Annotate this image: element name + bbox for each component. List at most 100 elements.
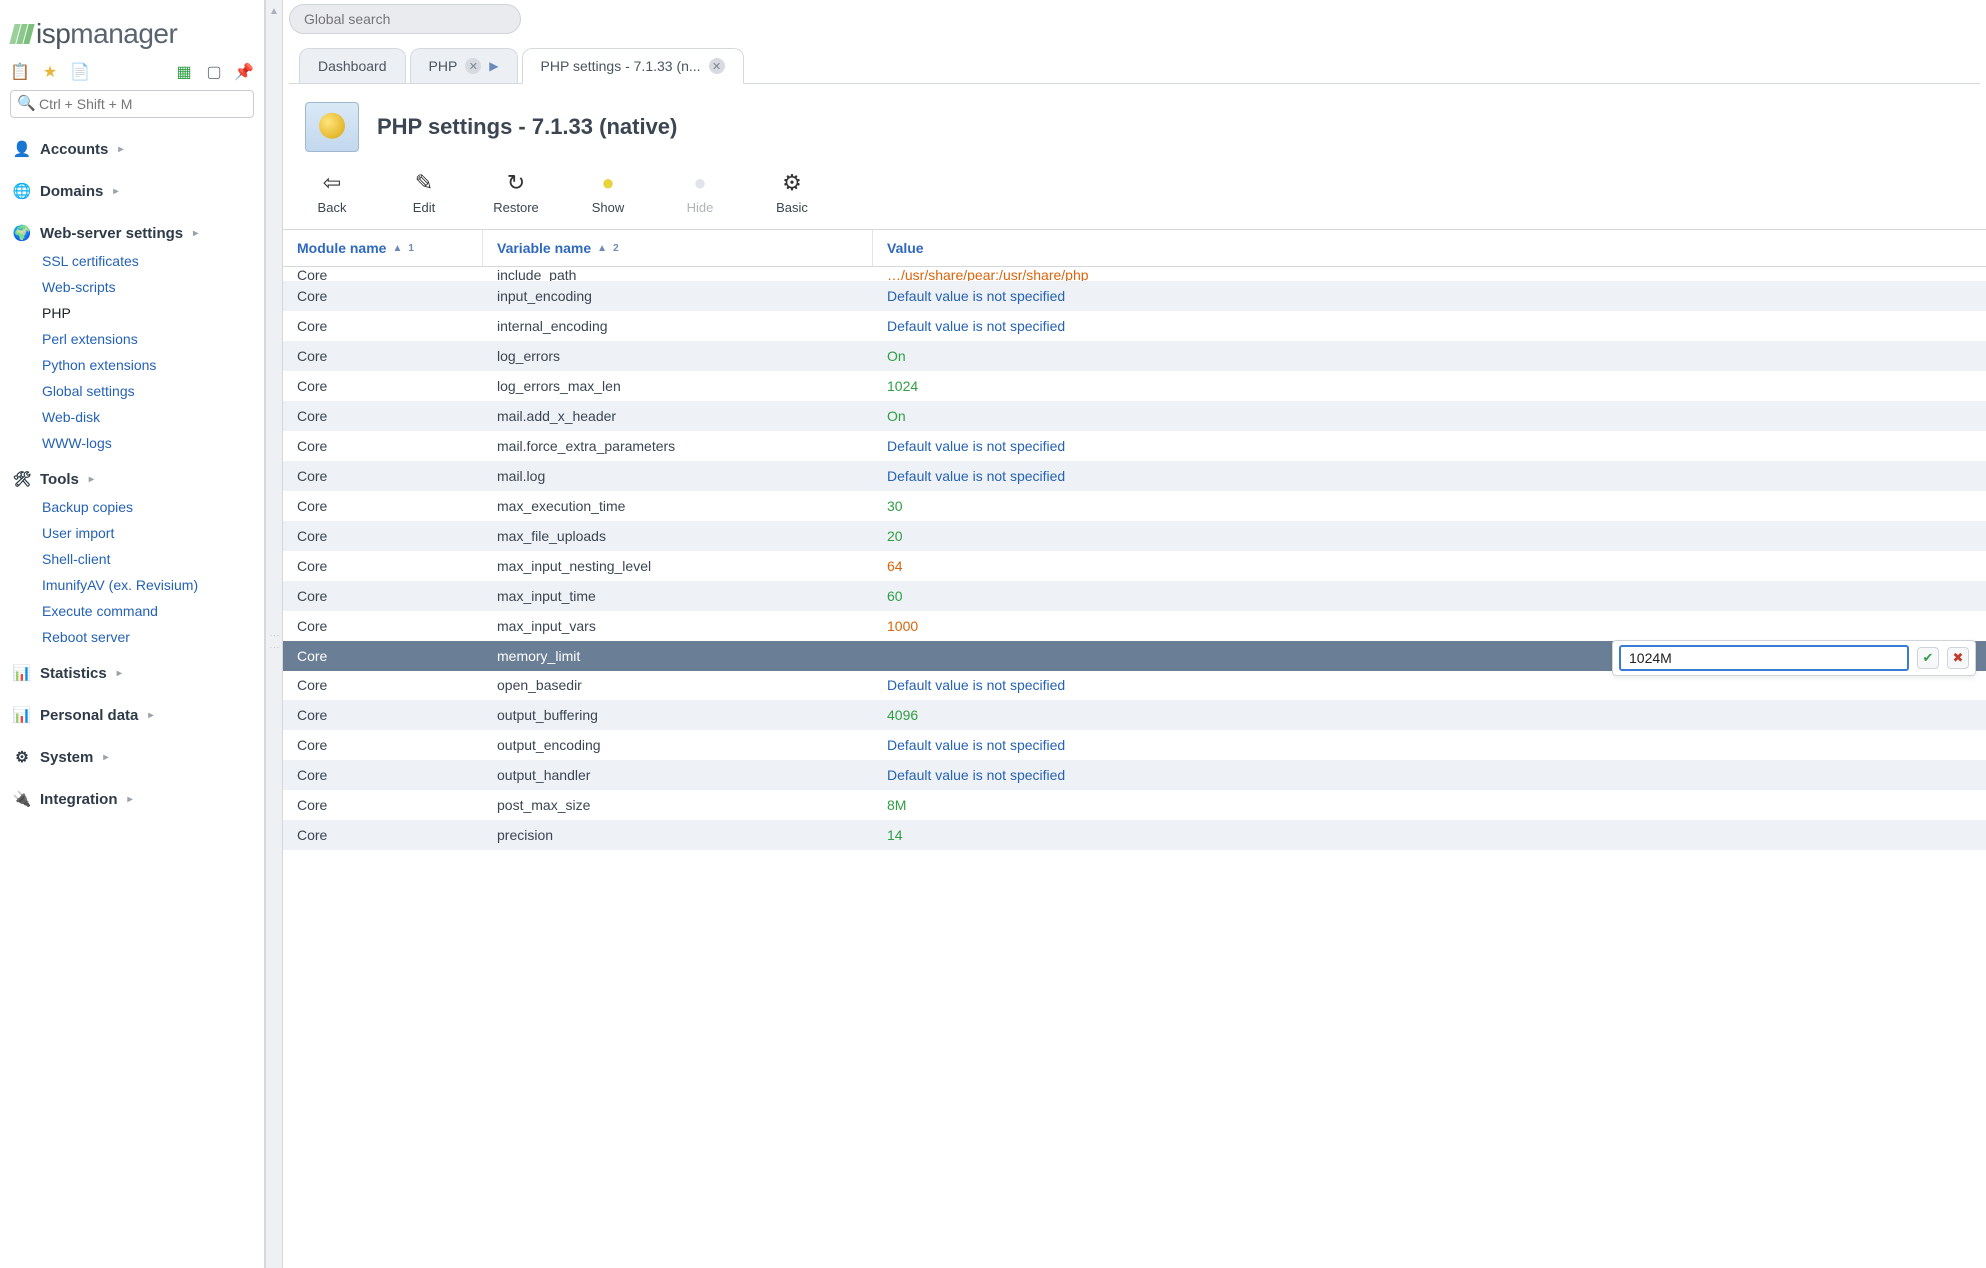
cell-variable: mail.log xyxy=(483,461,873,491)
tab-dashboard[interactable]: Dashboard xyxy=(299,48,406,83)
nav-section-label: Web-server settings xyxy=(40,225,183,242)
cell-value[interactable]: Default value is not specified xyxy=(873,760,1986,790)
table-row[interactable]: Corelog_errorsOn xyxy=(283,341,1986,371)
nav-link-web-disk[interactable]: Web-disk xyxy=(42,406,254,428)
table-row[interactable]: Coreoutput_encodingDefault value is not … xyxy=(283,730,1986,760)
gutter-handle-icon[interactable]: ⋮⋮ xyxy=(269,631,280,655)
table-row[interactable]: Coreinclude_path…/usr/share/pear:/usr/sh… xyxy=(283,267,1986,281)
nav-link-reboot-server[interactable]: Reboot server xyxy=(42,626,254,648)
cell-value[interactable]: Default value is not specified xyxy=(873,730,1986,760)
cell-value[interactable]: Default value is not specified xyxy=(873,431,1986,461)
nav-section-domains[interactable]: 🌐Domains▸ xyxy=(10,174,254,208)
cell-module: Core xyxy=(283,700,483,730)
sidebar-search-input[interactable] xyxy=(10,90,254,118)
tool-label: Show xyxy=(592,200,625,215)
nav-section-tools[interactable]: 🛠Tools▸ xyxy=(10,462,254,496)
gutter[interactable]: ▲ ⋮⋮ xyxy=(265,0,283,1268)
cell-value[interactable]: 1000 xyxy=(873,611,1986,641)
table-row[interactable]: Coremax_input_vars1000 xyxy=(283,611,1986,641)
table-row[interactable]: Coremax_file_uploads20 xyxy=(283,521,1986,551)
nav-link-php[interactable]: PHP xyxy=(42,302,254,324)
nav-link-global-settings[interactable]: Global settings xyxy=(42,380,254,402)
nav-section-label: Accounts xyxy=(40,141,108,158)
restore-button[interactable]: ↻Restore xyxy=(489,170,543,215)
cell-value[interactable]: 30 xyxy=(873,491,1986,521)
cell-variable: output_buffering xyxy=(483,700,873,730)
nav-link-perl-extensions[interactable]: Perl extensions xyxy=(42,328,254,350)
nav-section-personal-data[interactable]: 📊Personal data▸ xyxy=(10,698,254,732)
cell-value[interactable]: 60 xyxy=(873,581,1986,611)
basic-button[interactable]: ⚙Basic xyxy=(765,170,819,215)
tab-php-settings-n-[interactable]: PHP settings - 7.1.33 (n...✕ xyxy=(522,48,744,84)
table-row[interactable]: Coreprecision14 xyxy=(283,820,1986,850)
cell-value[interactable]: 64 xyxy=(873,551,1986,581)
table-row[interactable]: Coremail.logDefault value is not specifi… xyxy=(283,461,1986,491)
cancel-button[interactable]: ✖ xyxy=(1947,647,1969,669)
close-icon[interactable]: ✕ xyxy=(709,58,725,74)
nav-link-user-import[interactable]: User import xyxy=(42,522,254,544)
cell-value[interactable]: 4096 xyxy=(873,700,1986,730)
edit-button[interactable]: ✎Edit xyxy=(397,170,451,215)
nav-link-python-extensions[interactable]: Python extensions xyxy=(42,354,254,376)
nav: 👤Accounts▸ 🌐Domains▸ 🌍Web-server settings▸… xyxy=(8,128,256,820)
logo-mark-icon xyxy=(12,24,32,44)
table-row[interactable]: Coreoutput_buffering4096 xyxy=(283,700,1986,730)
cell-value[interactable]: 8M xyxy=(873,790,1986,820)
nav-section-integration[interactable]: 🔌Integration▸ xyxy=(10,782,254,816)
col-module-name[interactable]: Module name▲1 xyxy=(283,230,483,266)
nav-section-statistics[interactable]: 📊Statistics▸ xyxy=(10,656,254,690)
table-row[interactable]: Coreinternal_encodingDefault value is no… xyxy=(283,311,1986,341)
sort-asc-icon: ▲ xyxy=(597,243,607,254)
cell-variable: include_path xyxy=(483,267,873,281)
back-button[interactable]: ⇦Back xyxy=(305,170,359,215)
cell-value[interactable]: 1024 xyxy=(873,371,1986,401)
table-body: Core include_path…/usr/share/pear:/usr/sh… xyxy=(283,267,1986,1268)
col-value[interactable]: Value xyxy=(873,230,1986,266)
nav-section-accounts[interactable]: 👤Accounts▸ xyxy=(10,132,254,166)
nav-section-web-server-settings[interactable]: 🌍Web-server settings▸ xyxy=(10,216,254,250)
pin-icon[interactable]: 📌 xyxy=(234,62,254,82)
cell-value[interactable]: Default value is not specified xyxy=(873,461,1986,491)
cell-value[interactable]: 14 xyxy=(873,820,1986,850)
table-row[interactable]: Coremax_input_time60 xyxy=(283,581,1986,611)
nav-link-execute-command[interactable]: Execute command xyxy=(42,600,254,622)
nav-section-label: Statistics xyxy=(40,665,107,682)
tab-label: PHP xyxy=(429,58,458,74)
list-icon[interactable]: 📋 xyxy=(10,62,30,82)
edit-icon: ✎ xyxy=(409,170,439,196)
cell-value[interactable]: …/usr/share/pear:/usr/share/php xyxy=(873,267,1986,281)
cell-value[interactable]: On xyxy=(873,401,1986,431)
table-row[interactable]: Coremax_input_nesting_level64 xyxy=(283,551,1986,581)
cell-value[interactable]: Default value is not specified xyxy=(873,311,1986,341)
table-row[interactable]: Corelog_errors_max_len1024 xyxy=(283,371,1986,401)
value-edit-input[interactable] xyxy=(1619,645,1909,671)
col-variable-name[interactable]: Variable name▲2 xyxy=(483,230,873,266)
nav-link-web-scripts[interactable]: Web-scripts xyxy=(42,276,254,298)
close-icon[interactable]: ✕ xyxy=(465,58,481,74)
table-row[interactable]: Coreoutput_handlerDefault value is not s… xyxy=(283,760,1986,790)
collapse-gutter-icon[interactable]: ▲ xyxy=(269,6,279,17)
table-row[interactable]: Coremail.force_extra_parametersDefault v… xyxy=(283,431,1986,461)
cell-value[interactable]: On xyxy=(873,341,1986,371)
table-row[interactable]: Coremail.add_x_headerOn xyxy=(283,401,1986,431)
table-row[interactable]: Coremax_execution_time30 xyxy=(283,491,1986,521)
star-icon[interactable]: ★ xyxy=(40,62,60,82)
nav-link-www-logs[interactable]: WWW-logs xyxy=(42,432,254,454)
nav-link-backup-copies[interactable]: Backup copies xyxy=(42,496,254,518)
table-row[interactable]: Corepost_max_size8M xyxy=(283,790,1986,820)
nav-section-system[interactable]: ⚙System▸ xyxy=(10,740,254,774)
tab-php[interactable]: PHP✕▶ xyxy=(410,48,518,83)
nav-link-imunifyav-ex-revisium-[interactable]: ImunifyAV (ex. Revisium) xyxy=(42,574,254,596)
minus-icon[interactable]: ▢ xyxy=(204,62,224,82)
confirm-button[interactable]: ✔ xyxy=(1917,647,1939,669)
cell-module: Core xyxy=(283,641,483,671)
cell-value[interactable]: 20 xyxy=(873,521,1986,551)
plus-icon[interactable]: ▦ xyxy=(174,62,194,82)
cell-value[interactable]: Default value is not specified xyxy=(873,281,1986,311)
clipboard-icon[interactable]: 📄 xyxy=(70,62,90,82)
table-row[interactable]: Coreinput_encodingDefault value is not s… xyxy=(283,281,1986,311)
nav-link-shell-client[interactable]: Shell-client xyxy=(42,548,254,570)
global-search-input[interactable] xyxy=(289,4,521,34)
show-button[interactable]: ●Show xyxy=(581,170,635,215)
nav-link-ssl-certificates[interactable]: SSL certificates xyxy=(42,250,254,272)
